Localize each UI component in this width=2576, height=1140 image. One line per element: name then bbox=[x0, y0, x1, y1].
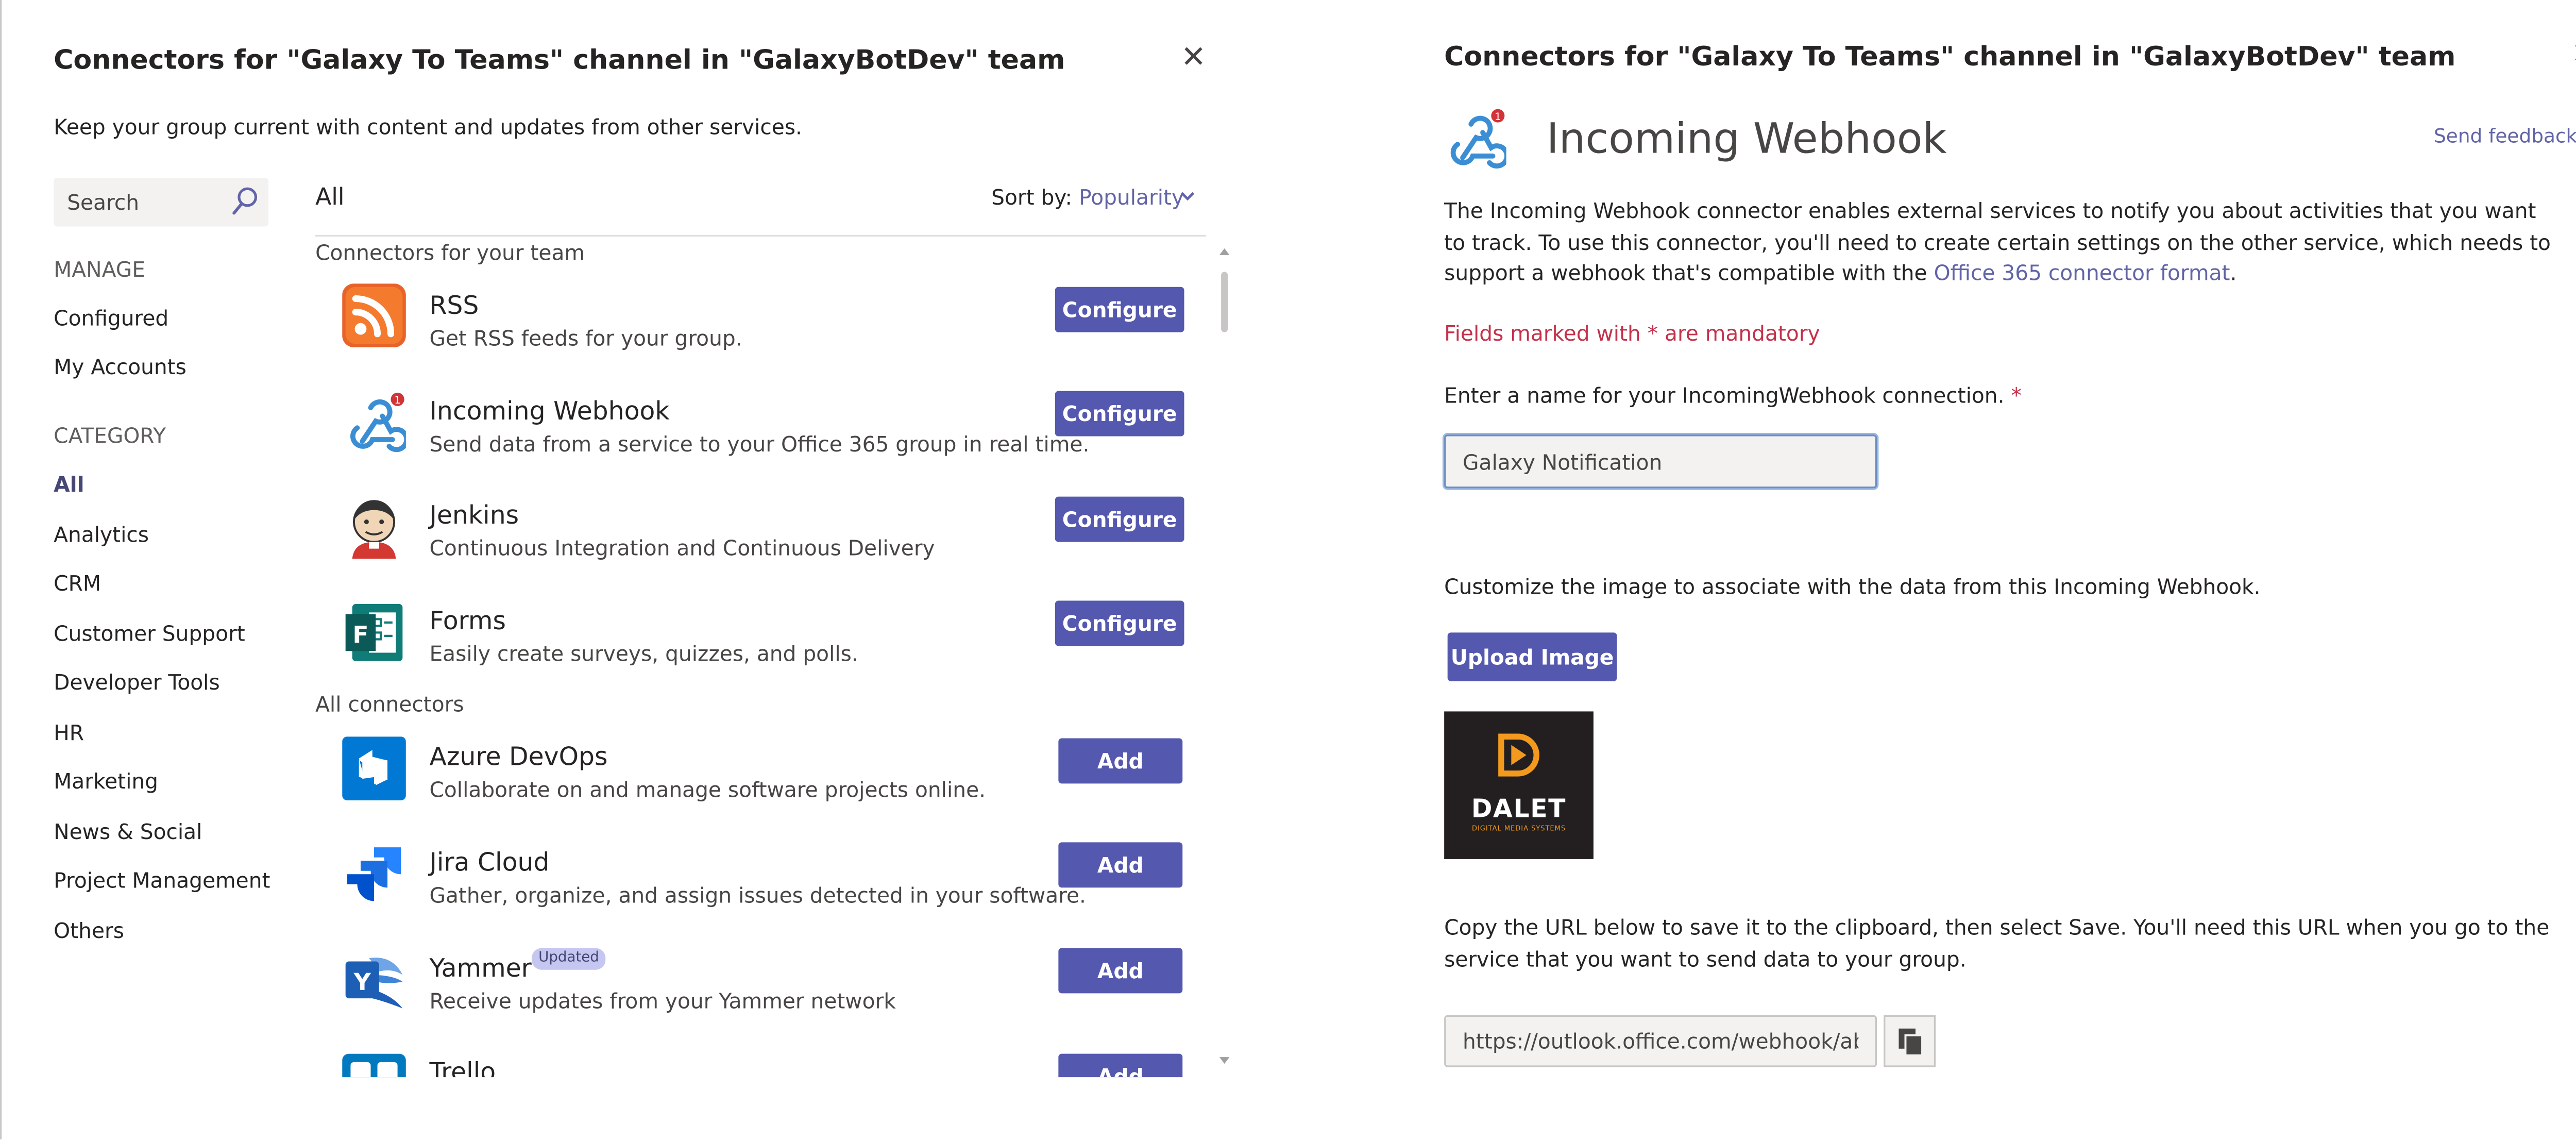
connector-title: Incoming Webhook bbox=[1546, 114, 1947, 163]
sidebar-item-analytics[interactable]: Analytics bbox=[54, 522, 149, 547]
image-tagline-text: DIGITAL MEDIA SYSTEMS bbox=[1471, 824, 1566, 832]
image-label: Customize the image to associate with th… bbox=[1444, 574, 2261, 599]
connector-name: Azure DevOps bbox=[429, 742, 608, 772]
close-icon[interactable]: ✕ bbox=[1181, 43, 1206, 74]
sort-label: Sort by: bbox=[991, 185, 1073, 210]
search-input[interactable] bbox=[54, 178, 222, 227]
updated-badge: Updated bbox=[532, 948, 606, 970]
connector-description: Easily create surveys, quizzes, and poll… bbox=[429, 641, 858, 666]
connectors-dialog: Connectors for "Galaxy To Teams" channel… bbox=[0, 0, 1249, 1139]
rss-icon bbox=[342, 283, 406, 347]
sidebar-item-all[interactable]: All bbox=[54, 472, 84, 497]
webhook-url-field[interactable] bbox=[1444, 1015, 1877, 1067]
sidebar-item-customer-support[interactable]: Customer Support bbox=[54, 621, 245, 646]
list-scrollbar[interactable] bbox=[1218, 248, 1231, 1070]
copy-icon bbox=[1899, 1028, 1923, 1057]
sidebar-item-hr[interactable]: HR bbox=[54, 720, 84, 745]
sidebar-item-marketing[interactable]: Marketing bbox=[54, 768, 158, 794]
configure-button[interactable]: Configure bbox=[1055, 496, 1184, 542]
connector-name: RSS bbox=[429, 290, 479, 321]
forms-icon: F bbox=[345, 604, 403, 661]
configure-button[interactable]: Configure bbox=[1055, 600, 1184, 646]
list-scrollbar-thumb[interactable] bbox=[1221, 272, 1228, 332]
configure-button[interactable]: Configure bbox=[1055, 287, 1184, 332]
image-brand-text: DALET bbox=[1471, 793, 1567, 824]
url-instruction: Copy the URL below to save it to the cli… bbox=[1444, 914, 2550, 971]
webhook-icon: 1 bbox=[350, 392, 406, 452]
add-button[interactable]: Add bbox=[1058, 738, 1183, 784]
webhook-icon: 1 bbox=[1450, 109, 1506, 169]
connector-name: Incoming Webhook bbox=[429, 396, 670, 426]
send-feedback-link[interactable]: Send feedback bbox=[2434, 124, 2576, 148]
webhook-config-dialog: Connectors for "Galaxy To Teams" channel… bbox=[1249, 0, 2576, 1139]
connector-description: Gather, organize, and assign issues dete… bbox=[429, 882, 1086, 908]
image-preview: DALET DIGITAL MEDIA SYSTEMS bbox=[1444, 711, 1594, 859]
search-icon[interactable] bbox=[231, 186, 258, 216]
sort-value[interactable]: Popularity bbox=[1079, 185, 1184, 210]
configure-button[interactable]: Configure bbox=[1055, 391, 1184, 437]
svg-text:Y: Y bbox=[353, 968, 371, 996]
connector-name: Jira Cloud bbox=[429, 847, 550, 878]
sidebar-item-developer-tools[interactable]: Developer Tools bbox=[54, 669, 220, 695]
yammer-icon: Y bbox=[345, 958, 403, 1009]
connector-description: Send data from a service to your Office … bbox=[429, 431, 1090, 457]
sidebar-item-my-accounts[interactable]: My Accounts bbox=[54, 354, 187, 379]
connector-description: Get RSS feeds for your group. bbox=[429, 325, 742, 351]
upload-image-button[interactable]: Upload Image bbox=[1447, 632, 1617, 681]
category-heading: CATEGORY bbox=[54, 423, 166, 448]
mandatory-note: Fields marked with * are mandatory bbox=[1444, 320, 1820, 346]
trello-icon bbox=[342, 1053, 406, 1078]
scroll-up-icon[interactable] bbox=[1218, 245, 1231, 258]
connector-name: Forms bbox=[429, 606, 506, 636]
azure-devops-icon bbox=[342, 736, 406, 800]
connector-name: Jenkins bbox=[429, 500, 519, 530]
jenkins-icon bbox=[352, 500, 396, 559]
sidebar-item-news-social[interactable]: News & Social bbox=[54, 819, 202, 844]
dialog-subtitle: Keep your group current with content and… bbox=[54, 114, 802, 140]
all-connectors-heading: All connectors bbox=[315, 691, 464, 717]
connector-description: The Incoming Webhook connector enables e… bbox=[1444, 196, 2561, 290]
chevron-down-icon[interactable] bbox=[1179, 190, 1196, 203]
office-365-connector-format-link[interactable]: Office 365 connector format bbox=[1934, 260, 2230, 286]
svg-text:1: 1 bbox=[1495, 111, 1501, 123]
connection-name-input[interactable] bbox=[1444, 434, 1877, 489]
team-connectors-heading: Connectors for your team bbox=[315, 240, 585, 265]
add-button[interactable]: Add bbox=[1058, 842, 1183, 888]
copy-url-button[interactable] bbox=[1884, 1015, 1936, 1067]
svg-text:F: F bbox=[352, 621, 368, 648]
connector-name: Yammer bbox=[429, 953, 532, 983]
list-divider bbox=[315, 234, 1206, 237]
connector-name: Trello bbox=[429, 1057, 496, 1078]
dalet-logo-icon bbox=[1498, 733, 1539, 777]
sidebar-item-configured[interactable]: Configured bbox=[54, 306, 168, 331]
svg-text:1: 1 bbox=[394, 394, 400, 406]
jira-icon bbox=[347, 847, 401, 901]
sort-control[interactable]: Sort by: Popularity bbox=[991, 185, 1184, 210]
dialog-title: Connectors for "Galaxy To Teams" channel… bbox=[1444, 40, 2456, 72]
required-asterisk: * bbox=[2011, 382, 2022, 408]
close-icon[interactable]: ✕ bbox=[2571, 40, 2576, 71]
connector-description: Receive updates from your Yammer network bbox=[429, 988, 896, 1014]
dialog-title: Connectors for "Galaxy To Teams" channel… bbox=[54, 43, 1065, 76]
tab-all[interactable]: All bbox=[315, 185, 345, 211]
sidebar-item-project-management[interactable]: Project Management bbox=[54, 867, 270, 893]
add-button[interactable]: Add bbox=[1058, 1053, 1183, 1078]
scroll-down-icon[interactable] bbox=[1218, 1054, 1231, 1067]
add-button[interactable]: Add bbox=[1058, 948, 1183, 994]
name-label-text: Enter a name for your IncomingWebhook co… bbox=[1444, 382, 2005, 408]
connector-description: Continuous Integration and Continuous De… bbox=[429, 535, 935, 561]
connector-description: Collaborate on and manage software proje… bbox=[429, 777, 986, 802]
list-item: Trello Add bbox=[315, 1041, 1221, 1078]
name-field-label: Enter a name for your IncomingWebhook co… bbox=[1444, 381, 2022, 412]
sidebar-item-crm[interactable]: CRM bbox=[54, 571, 101, 596]
description-end: . bbox=[2230, 260, 2237, 286]
sidebar-item-others[interactable]: Others bbox=[54, 918, 124, 943]
manage-heading: MANAGE bbox=[54, 257, 145, 282]
search-box bbox=[54, 178, 268, 227]
